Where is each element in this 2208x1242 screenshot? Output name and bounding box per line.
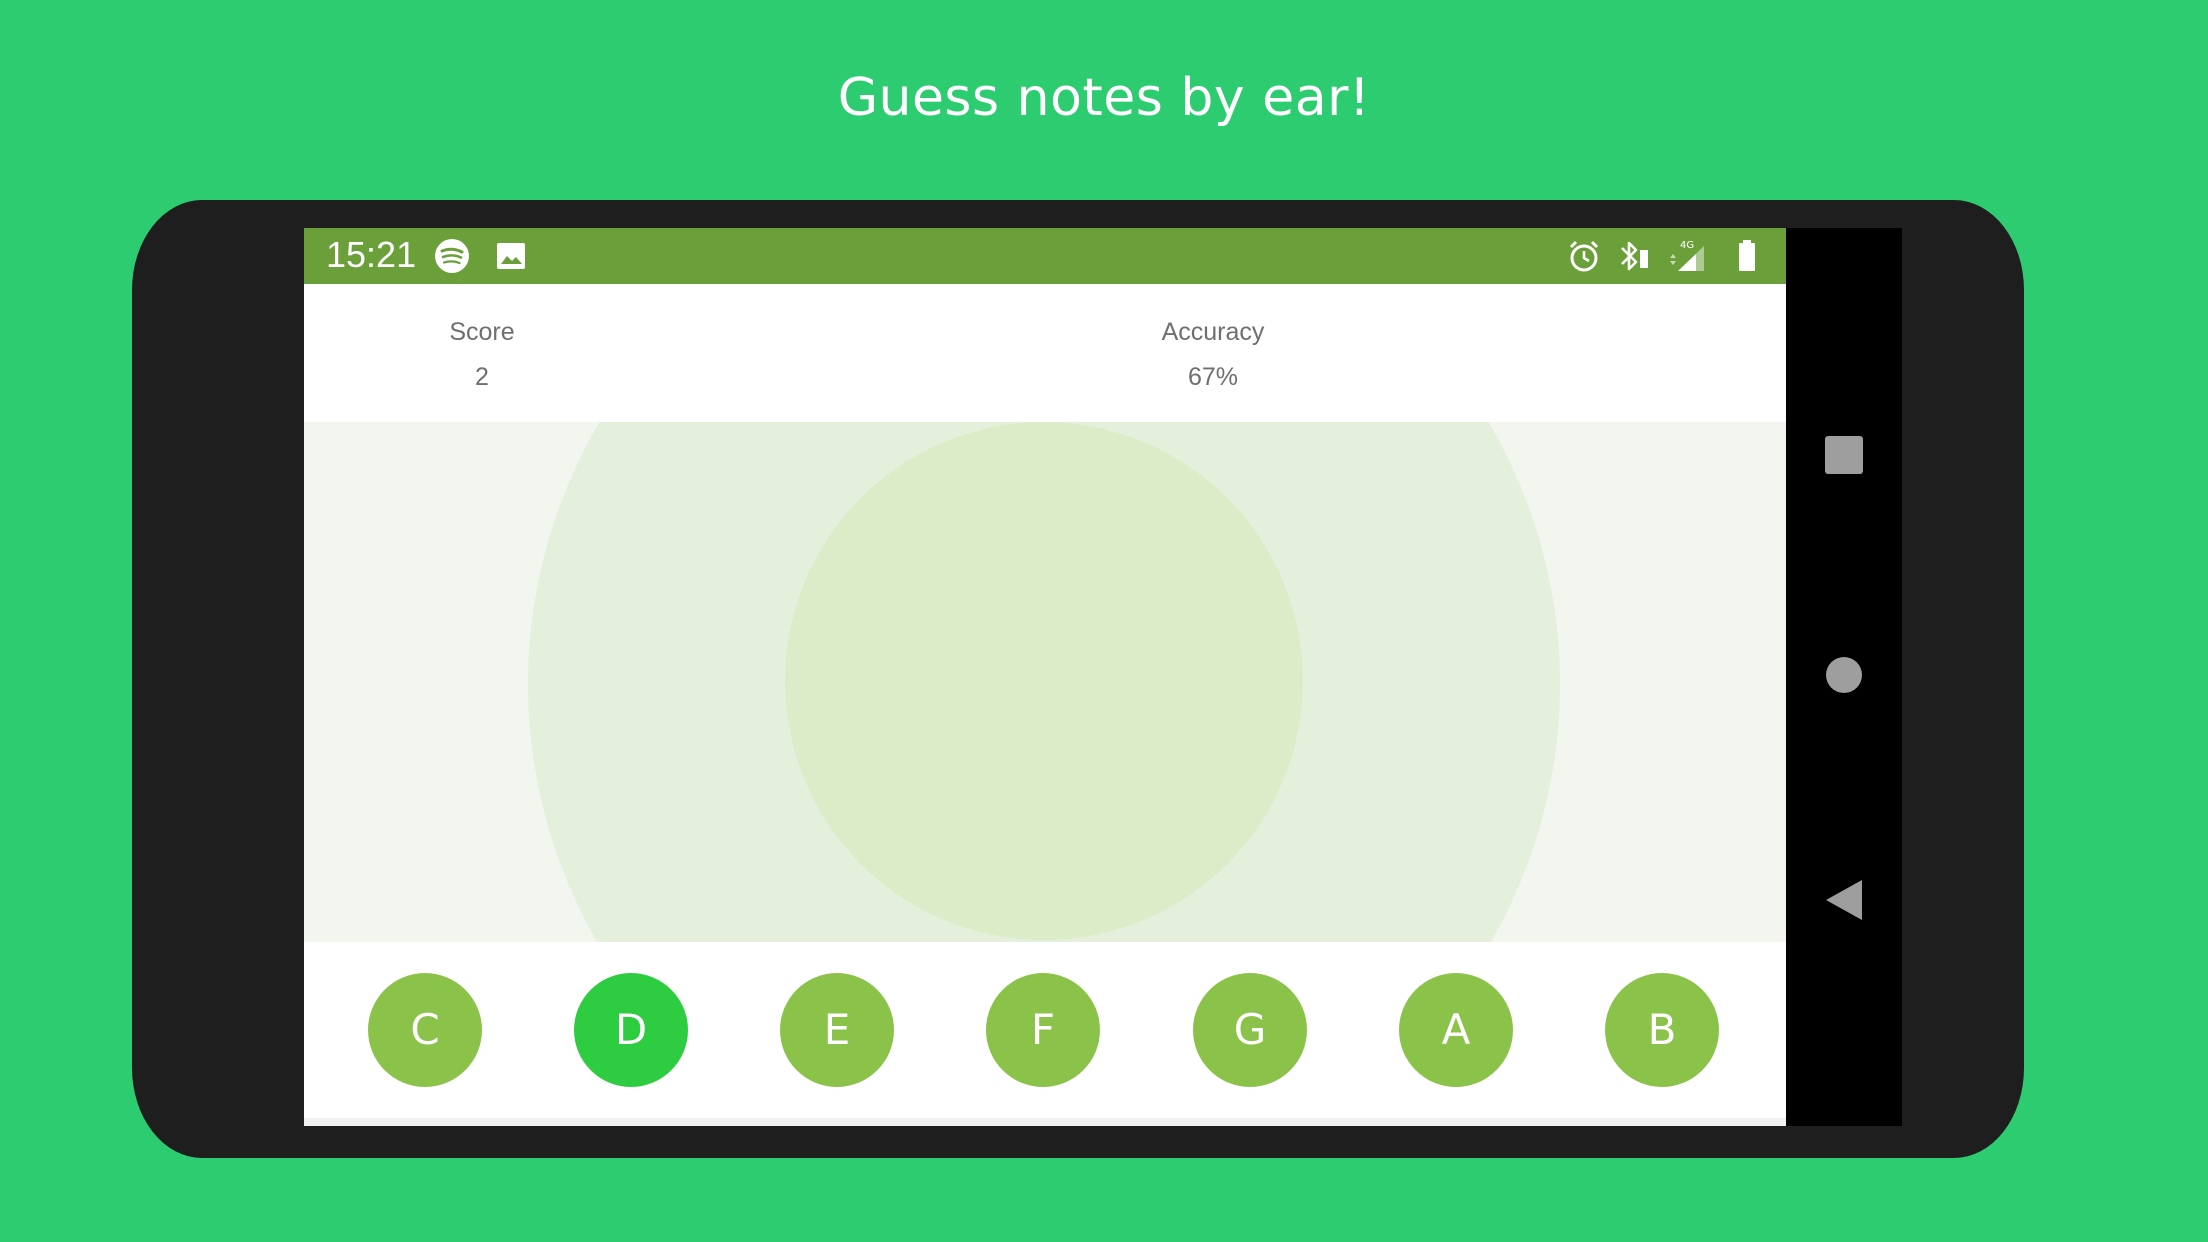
signal-icon: 4G — [1670, 240, 1704, 271]
back-button[interactable] — [1786, 855, 1902, 945]
navigation-bar — [1786, 228, 1902, 1126]
stats-panel: Score 2 Accuracy 67% — [304, 284, 1786, 422]
recents-button[interactable] — [1786, 410, 1902, 500]
back-icon — [1826, 880, 1862, 920]
score-stat: Score 2 — [332, 318, 632, 392]
note-button-b[interactable]: B — [1605, 973, 1719, 1087]
image-icon — [497, 243, 525, 269]
status-bar: 15:21 4G — [304, 228, 1786, 284]
network-type-label: 4G — [1680, 240, 1694, 251]
spotify-icon — [435, 239, 469, 273]
bluetooth-icon — [1621, 241, 1648, 271]
home-button[interactable] — [1786, 630, 1902, 720]
note-button-d[interactable]: D — [574, 973, 688, 1087]
accuracy-label: Accuracy — [1161, 318, 1265, 346]
note-button-c[interactable]: C — [368, 973, 482, 1087]
alarm-icon — [1569, 240, 1599, 272]
score-value: 2 — [475, 363, 489, 391]
note-button-f[interactable]: F — [986, 973, 1100, 1087]
status-time: 15:21 — [326, 234, 417, 275]
accuracy-stat: Accuracy 67% — [1063, 318, 1363, 392]
note-button-a[interactable]: A — [1399, 973, 1513, 1087]
recents-icon — [1825, 436, 1863, 474]
accuracy-value: 67% — [1187, 363, 1239, 391]
app-screen: 15:21 4G Score 2 Accuracy 67% C D E F G … — [304, 228, 1786, 1126]
note-button-e[interactable]: E — [780, 973, 894, 1087]
sound-visualizer — [304, 422, 1786, 942]
screenshot-canvas: Guess notes by ear! 15:21 4G Score 2 Acc… — [0, 0, 2208, 1242]
bottom-divider — [304, 1118, 1786, 1126]
promo-headline: Guess notes by ear! — [837, 68, 1371, 128]
inner-pulse-circle — [785, 422, 1303, 940]
score-label: Score — [449, 318, 515, 346]
home-icon — [1826, 657, 1862, 693]
note-button-g[interactable]: G — [1193, 973, 1307, 1087]
battery-icon — [1739, 240, 1755, 271]
